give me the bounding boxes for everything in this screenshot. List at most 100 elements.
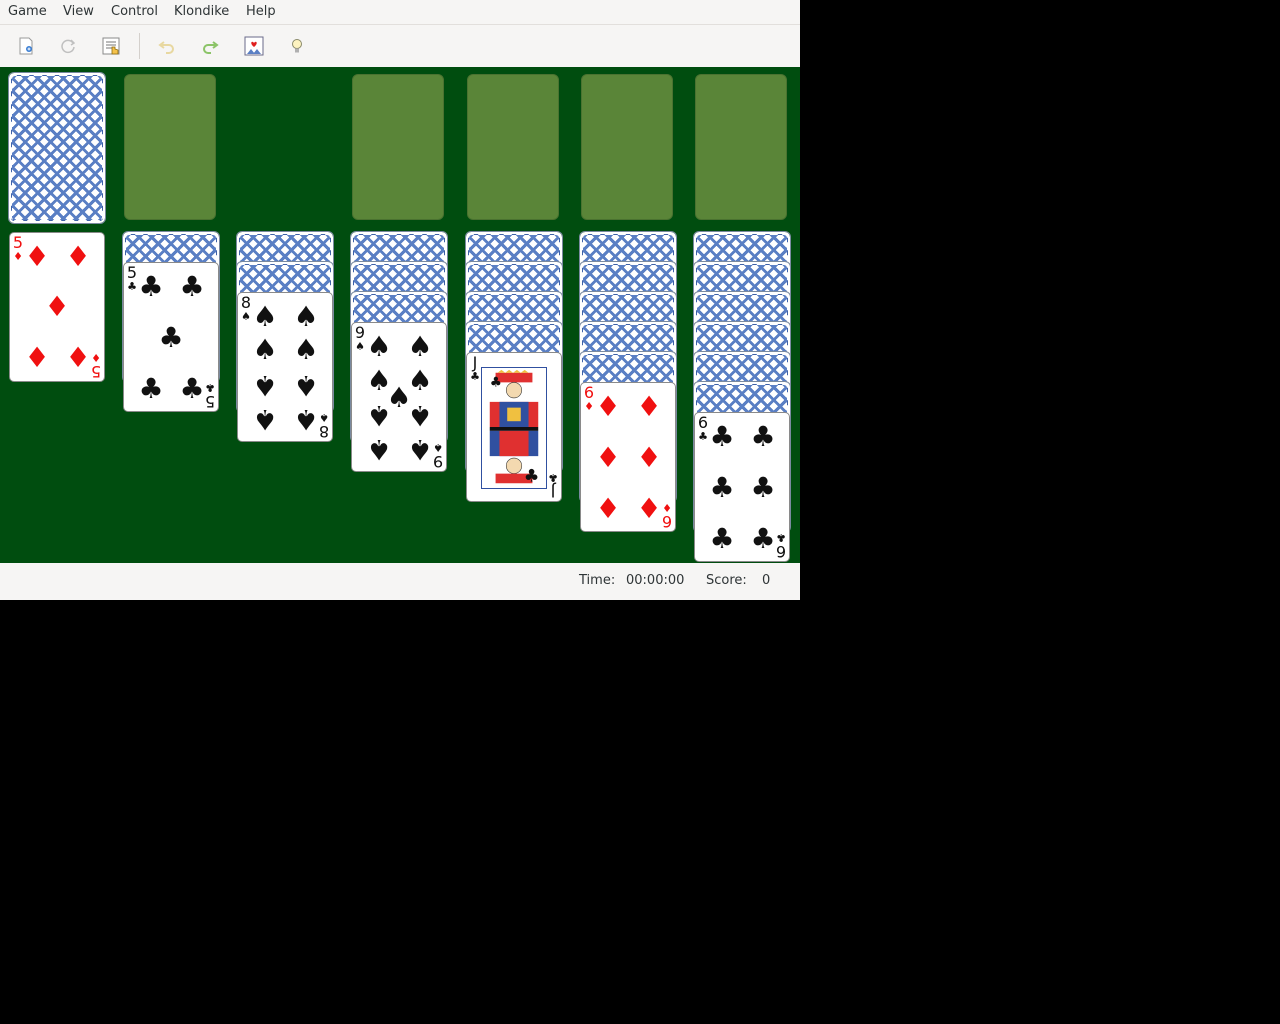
- solitaire-window: Game View Control Klondike Help 5 ♦ ♦ ♦ …: [0, 0, 800, 600]
- waste-slot[interactable]: [124, 74, 216, 220]
- club-icon: ♣: [709, 420, 735, 453]
- spade-icon: ♠: [293, 369, 319, 402]
- tableau-2-card-5-clubs[interactable]: 5 ♣ ♣ ♣ ♣ ♣ ♣ 5 ♣: [123, 262, 219, 412]
- diamond-icon: ♦: [636, 441, 662, 474]
- diamond-icon: ♦: [595, 441, 621, 474]
- jack-portrait: ♣ ♣: [481, 367, 547, 489]
- foundation-slot-2[interactable]: [467, 74, 559, 220]
- select-game-icon: [102, 37, 120, 55]
- card-rank: J: [550, 482, 556, 501]
- menu-klondike[interactable]: Klondike: [174, 4, 229, 19]
- select-game-button[interactable]: [99, 34, 123, 58]
- diamond-icon: ♦: [24, 341, 50, 374]
- toolbar-separator: [139, 33, 140, 59]
- menubar: Game View Control Klondike Help: [0, 0, 800, 25]
- spade-icon: ♠: [293, 403, 319, 436]
- diamond-icon: ♦: [595, 390, 621, 423]
- club-icon: ♣: [750, 522, 776, 555]
- spade-icon: ♠: [293, 333, 319, 366]
- tableau-7-card-6-clubs[interactable]: 6 ♣ ♣ ♣ ♣ ♣ ♣ ♣ 6 ♣: [694, 412, 790, 562]
- redo-icon: [203, 41, 219, 54]
- club-icon: ♣: [776, 531, 786, 544]
- club-icon: ♣: [158, 321, 184, 354]
- menu-game[interactable]: Game: [8, 4, 47, 19]
- redo-button[interactable]: [198, 34, 222, 58]
- time-label: Time:: [579, 573, 616, 588]
- club-icon: ♣: [138, 270, 164, 303]
- tableau-4-card-9-spades[interactable]: 9 ♠ ♠ ♠ ♠ ♠ ♠ ♠ ♠ ♠ ♠ 9 ♠: [351, 322, 447, 472]
- hint-button[interactable]: [285, 34, 309, 58]
- club-icon: ♣: [138, 372, 164, 405]
- diamond-icon: ♦: [662, 501, 672, 514]
- hint-icon: [292, 39, 302, 53]
- restart-icon: [61, 39, 76, 54]
- diamond-icon: ♦: [24, 240, 50, 273]
- card-corner-bottom: 5 ♦: [90, 351, 102, 381]
- card-rank: J: [472, 353, 478, 372]
- spade-icon: ♠: [366, 433, 392, 466]
- menu-view[interactable]: View: [63, 4, 94, 19]
- undo-icon: [158, 41, 174, 54]
- statusbar: Time: 00:00:00 Score: 0: [0, 563, 800, 600]
- stock-pile[interactable]: [8, 72, 106, 224]
- card-corner: J ♣: [469, 353, 481, 383]
- time-value: 00:00:00: [626, 573, 685, 588]
- card-corner-bottom: 6 ♦: [661, 501, 673, 531]
- game-board: 5 ♦ ♦ ♦ ♦ ♦ ♦ 5 ♦ 5 ♣ ♣ ♣ ♣ ♣ ♣ 5 ♣ 8 ♠ ♠ ♠ ♠…: [0, 67, 800, 563]
- spade-icon: ♠: [252, 300, 278, 333]
- tableau-5-card-jack-clubs[interactable]: J ♣ ♣ ♣ J ♣: [466, 352, 562, 502]
- club-icon: ♣: [750, 471, 776, 504]
- menu-help[interactable]: Help: [246, 4, 276, 19]
- club-icon: ♣: [709, 522, 735, 555]
- new-game-button[interactable]: [14, 34, 38, 58]
- tableau-3-card-8-spades[interactable]: 8 ♠ ♠ ♠ ♠ ♠ ♠ ♠ ♠ ♠ 8 ♠: [237, 292, 333, 442]
- spade-icon: ♠: [366, 330, 392, 363]
- card-rank: 6: [661, 512, 673, 531]
- foundation-slot-1[interactable]: [352, 74, 444, 220]
- card-rank: 9: [432, 452, 444, 471]
- card-corner-bottom: 6 ♣: [775, 531, 787, 561]
- spade-icon: ♠: [252, 333, 278, 366]
- new-game-icon: [19, 37, 33, 55]
- card-rank: 8: [318, 422, 330, 441]
- spade-icon: ♠: [252, 403, 278, 436]
- card-corner-bottom: 5 ♣: [204, 381, 216, 411]
- club-icon: ♣: [750, 420, 776, 453]
- deal-button[interactable]: [242, 34, 266, 58]
- card-rank: 6: [775, 542, 787, 561]
- foundation-slot-4[interactable]: [695, 74, 787, 220]
- tableau-1-card-5-diamonds[interactable]: 5 ♦ ♦ ♦ ♦ ♦ ♦ 5 ♦: [9, 232, 105, 382]
- diamond-icon: ♦: [65, 341, 91, 374]
- spade-icon: ♠: [433, 441, 443, 454]
- spade-icon: ♠: [407, 433, 433, 466]
- spade-icon: ♠: [252, 369, 278, 402]
- toolbar: [0, 25, 800, 67]
- restart-button[interactable]: [56, 34, 80, 58]
- svg-text:♣: ♣: [524, 466, 540, 486]
- diamond-icon: ♦: [595, 492, 621, 525]
- jack-face-icon: ♣ ♣: [482, 368, 546, 488]
- deal-icon: [244, 36, 264, 56]
- spade-icon: ♠: [319, 411, 329, 424]
- tableau-6-card-6-diamonds[interactable]: 6 ♦ ♦ ♦ ♦ ♦ ♦ ♦ 6 ♦: [580, 382, 676, 532]
- undo-button[interactable]: [155, 34, 179, 58]
- club-icon: ♣: [548, 471, 558, 484]
- score-value: 0: [762, 573, 771, 588]
- spade-icon: ♠: [366, 399, 392, 432]
- club-icon: ♣: [709, 471, 735, 504]
- spade-icon: ♠: [407, 330, 433, 363]
- menu-control[interactable]: Control: [111, 4, 158, 19]
- card-rank: 5: [204, 392, 216, 411]
- spade-icon: ♠: [407, 399, 433, 432]
- card-corner-bottom: 9 ♠: [432, 441, 444, 471]
- diamond-icon: ♦: [65, 240, 91, 273]
- score-label: Score:: [706, 573, 747, 588]
- club-icon: ♣: [179, 372, 205, 405]
- club-icon: ♣: [179, 270, 205, 303]
- foundation-slot-3[interactable]: [581, 74, 673, 220]
- diamond-icon: ♦: [636, 390, 662, 423]
- diamond-icon: ♦: [636, 492, 662, 525]
- svg-text:♣: ♣: [490, 374, 502, 390]
- card-corner-bottom: J ♣: [547, 471, 559, 501]
- club-icon: ♣: [205, 381, 215, 394]
